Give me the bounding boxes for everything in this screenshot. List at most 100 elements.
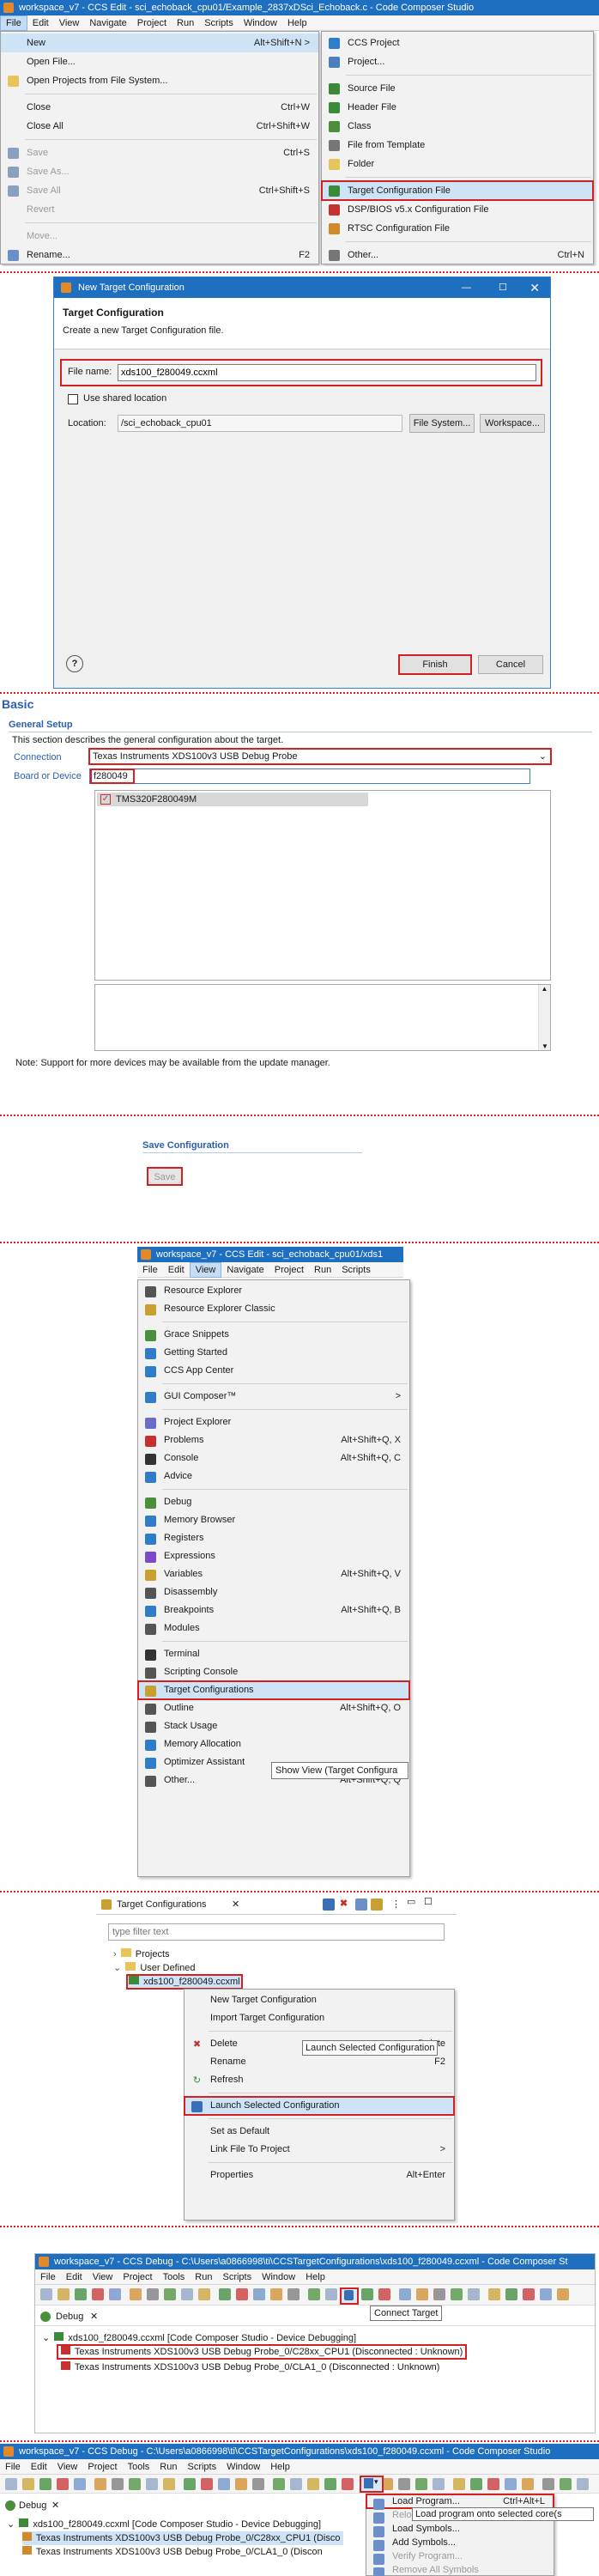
menu-scripts[interactable]: Scripts [182, 2459, 221, 2475]
menu-item-scripting-console[interactable]: Scripting Console [138, 1663, 409, 1681]
toolbar-icon[interactable] [201, 2478, 213, 2490]
menu-view[interactable]: View [189, 1262, 222, 1278]
menu-item-rename[interactable]: Rename... F2 [1, 246, 318, 264]
menu-file[interactable]: File [0, 2459, 26, 2475]
debug-session-row[interactable]: ⌄ xds100_f280049.ccxml [Code Composer St… [42, 2331, 356, 2345]
toolbar-icon[interactable] [57, 2288, 70, 2300]
view-menu-icon[interactable]: ⋮ [391, 1899, 401, 1910]
menu-item-launch-selected-configuration[interactable]: Launch Selected Configuration [184, 2096, 455, 2116]
toolbar-icon[interactable] [453, 2478, 465, 2490]
toolbar-icon[interactable] [92, 2288, 104, 2300]
menu-help[interactable]: Help [265, 2459, 295, 2475]
menu-view[interactable]: View [88, 2269, 118, 2285]
toolbar-icon[interactable] [505, 2478, 517, 2490]
toolbar-icon[interactable] [39, 2478, 51, 2490]
toolbar-icon[interactable] [342, 2478, 354, 2490]
toolbar-icon[interactable] [198, 2288, 210, 2300]
toolbar-icon[interactable] [184, 2478, 196, 2490]
connection-select[interactable]: Texas Instruments XDS100v3 USB Debug Pro… [88, 748, 552, 765]
menu-item-memory-allocation[interactable]: Memory Allocation [138, 1735, 409, 1753]
close-tab-icon[interactable]: ✕ [232, 1899, 239, 1910]
import-icon[interactable] [355, 1899, 367, 1911]
menu-item-debug[interactable]: Debug [138, 1493, 409, 1511]
view-tab-label[interactable]: Target Configurations [117, 1899, 207, 1910]
toolbar-icon[interactable] [451, 2288, 463, 2300]
cancel-button[interactable]: Cancel [478, 655, 543, 674]
toolbar-icon[interactable] [109, 2288, 121, 2300]
menu-item-file-from-template[interactable]: File from Template [322, 136, 593, 155]
menu-item-save-as[interactable]: Save As... [1, 162, 318, 181]
menu-item-resource-explorer-classic[interactable]: Resource Explorer Classic [138, 1300, 409, 1318]
toolbar-icon[interactable] [324, 2478, 336, 2490]
device-list[interactable]: ✓ TMS320F280049M [94, 790, 551, 981]
menu-item-project-explorer[interactable]: Project Explorer [138, 1413, 409, 1431]
toolbar-icon[interactable] [219, 2288, 231, 2300]
menu-item-new-target-configuration[interactable]: New Target Configuration [185, 1991, 454, 2009]
toolbar-icon[interactable] [57, 2478, 69, 2490]
toolbar-icon[interactable] [560, 2478, 572, 2490]
menu-item-remove-all-symbols[interactable]: Remove All Symbols [366, 2563, 554, 2576]
filter-input[interactable] [108, 1923, 445, 1941]
menu-item-resource-explorer[interactable]: Resource Explorer [138, 1282, 409, 1300]
workspace-button[interactable]: Workspace... [480, 414, 545, 433]
toolbar-icon[interactable] [468, 2288, 480, 2300]
menu-item-header-file[interactable]: Header File [322, 98, 593, 117]
toolbar-icon[interactable] [287, 2288, 300, 2300]
toolbar-icon[interactable] [307, 2478, 319, 2490]
menu-item-close[interactable]: Close Ctrl+W [1, 98, 318, 117]
collapse-icon[interactable]: ⌄ [113, 1963, 121, 1973]
toolbar-icon[interactable] [542, 2478, 554, 2490]
toolbar-icon[interactable] [130, 2288, 142, 2300]
toolbar-icon[interactable] [94, 2478, 106, 2490]
menu-scripts[interactable]: Scripts [217, 2269, 257, 2285]
menu-tools[interactable]: Tools [158, 2269, 191, 2285]
toolbar-icon[interactable] [273, 2478, 285, 2490]
toolbar-icon[interactable] [416, 2288, 428, 2300]
scrollbar[interactable]: ▲ ▼ [538, 985, 550, 1050]
minimize-button[interactable]: — [462, 277, 471, 298]
menu-item-target-configuration-file[interactable]: Target Configuration File [321, 180, 594, 201]
toolbar-icon[interactable] [253, 2288, 265, 2300]
menu-project[interactable]: Project [132, 15, 172, 31]
menu-item-gui-composer[interactable]: GUI Composer™ > [138, 1388, 409, 1406]
toolbar-icon[interactable] [163, 2478, 175, 2490]
toolbar-icon[interactable] [415, 2478, 427, 2490]
link-icon[interactable] [371, 1899, 383, 1911]
close-tab-icon[interactable]: ✕ [51, 2500, 59, 2511]
board-device-input[interactable]: f280049 [90, 769, 135, 784]
menu-window[interactable]: Window [221, 2459, 265, 2475]
menu-file[interactable]: File [137, 1262, 163, 1278]
menu-run[interactable]: Run [190, 2269, 217, 2285]
new-config-icon[interactable] [323, 1899, 335, 1911]
menu-item-revert[interactable]: Revert [1, 200, 318, 219]
menu-edit[interactable]: Edit [26, 2459, 52, 2475]
toolbar-icon[interactable] [74, 2478, 86, 2490]
menu-item-class[interactable]: Class [322, 117, 593, 136]
toolbar-icon[interactable] [523, 2288, 535, 2300]
menu-navigate[interactable]: Navigate [84, 15, 131, 31]
toolbar-icon[interactable] [577, 2478, 589, 2490]
minimize-icon[interactable]: ▭ [407, 1896, 415, 1907]
menu-tools[interactable]: Tools [123, 2459, 155, 2475]
menu-item-problems[interactable]: Problems Alt+Shift+Q, X [138, 1431, 409, 1449]
toolbar-icon[interactable] [488, 2288, 500, 2300]
menu-view[interactable]: View [54, 15, 85, 31]
menu-item-modules[interactable]: Modules [138, 1619, 409, 1637]
toolbar-icon[interactable] [505, 2288, 517, 2300]
menu-help[interactable]: Help [282, 15, 312, 31]
menu-item-move[interactable]: Move... [1, 227, 318, 246]
load-program-button[interactable]: ▾ [360, 2476, 384, 2493]
toolbar-icon[interactable] [308, 2288, 320, 2300]
menu-item-expressions[interactable]: Expressions [138, 1547, 409, 1565]
menu-item-load-program[interactable]: Load Program... Ctrl+Alt+L [366, 2494, 554, 2510]
debug-tab[interactable]: Debug ✕ [0, 2497, 360, 2514]
finish-button[interactable]: Finish [398, 654, 472, 675]
toolbar-icon[interactable] [557, 2288, 569, 2300]
delete-icon[interactable]: ✖ [340, 1898, 348, 1909]
scroll-up-icon[interactable]: ▲ [539, 985, 550, 993]
menu-item-open-file[interactable]: Open File... [1, 52, 318, 71]
menu-project[interactable]: Project [118, 2269, 157, 2285]
toolbar-icon[interactable] [147, 2288, 159, 2300]
file-name-input[interactable] [118, 364, 536, 381]
menu-item-rename[interactable]: Rename F2 [185, 2053, 454, 2071]
